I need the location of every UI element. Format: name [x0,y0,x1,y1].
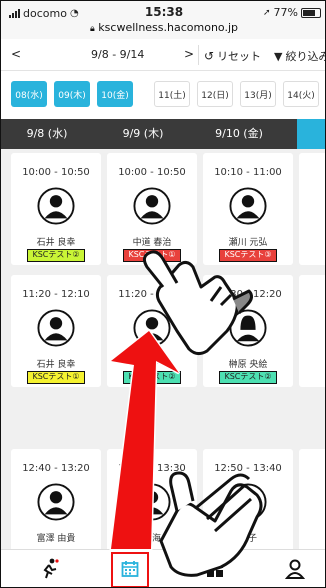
date-header: 9/8 (水) [26,127,68,140]
avatar-icon [133,309,171,347]
grid-icon[interactable] [206,560,224,578]
day-chip-12[interactable]: 12(日) [197,81,233,107]
avatar-icon [37,309,75,347]
lesson-tag: KSCテスト① [123,249,181,262]
profile-icon[interactable] [285,558,305,580]
filter-icon: ▼ [274,49,283,63]
lesson-time: 10:00 - 10:50 [118,167,186,178]
battery-percent: 77% [273,6,298,19]
lesson-time: 11:30 - 12:20 [214,289,282,300]
lesson-tag: KSCテスト③ [219,249,277,262]
lesson-card-partial[interactable] [299,153,325,265]
date-header: 9/10 (金) [215,127,263,140]
instructor-name: 石井 良幸 [36,360,76,370]
address-bar[interactable]: 🔒︎ kscwellness.hacomono.jp [1,21,325,34]
avatar-icon [133,187,171,225]
lesson-time: 12:40 - 13:20 [22,463,90,474]
calendar-icon[interactable] [121,560,139,578]
date-navigator: < 9/8 - 9/14 > ↺ リセット ▼ 絞り込み [1,39,326,71]
date-header: 9/9 (木) [122,127,164,140]
reset-button[interactable]: ↺ リセット [204,48,261,64]
lesson-time: 10:00 - 10:50 [22,167,90,178]
lesson-tag: KSCテスト② [123,371,181,384]
lesson-card[interactable]: 10:10 - 11:00 瀬川 元弘 KSCテスト③ [203,153,293,265]
lesson-tag: KSCテスト② [219,371,277,384]
prev-week-button[interactable]: < [11,47,21,61]
location-icon: ➚ [263,7,271,18]
lesson-card-partial[interactable] [299,449,325,561]
lesson-card[interactable]: 11:20 - 12:10 石井 良幸 KSCテスト① [11,275,101,387]
day-chip-14[interactable]: 14(火) [283,81,319,107]
divider [198,45,199,65]
lesson-card[interactable]: 11:20 - 12:10 KA KSCテスト② [107,275,197,387]
instructor-name: 富澤 由貴 [36,534,76,544]
lesson-card[interactable]: 12:40 - 13:20 富澤 由貴 [11,449,101,561]
battery-indicator: ➚ 77% [263,6,321,19]
instructor-name: 榊原 央絵 [228,360,268,370]
avatar-icon [37,483,75,521]
avatar-icon [37,187,75,225]
instructor-name: 夏海 [142,534,161,544]
reset-icon: ↺ [204,49,215,63]
schedule-grid: 10:00 - 10:50 石井 良幸 KSCテスト② 10:00 - 10:5… [1,149,325,561]
instructor-name: 石井 良幸 [36,238,76,248]
lesson-card[interactable]: 10:00 - 10:50 石井 良幸 KSCテスト② [11,153,101,265]
avatar-icon [229,483,267,521]
run-icon[interactable] [39,558,59,580]
lesson-card[interactable]: 12:40 - 13:30 夏海 [107,449,197,561]
day-chip-11[interactable]: 11(土) [154,81,190,107]
avatar-icon [229,187,267,225]
next-week-button[interactable]: > [184,47,194,61]
bottom-navigation [1,549,325,587]
url-text: kscwellness.hacomono.jp [98,21,238,34]
reset-label: リセット [217,50,262,63]
lesson-tag: KSCテスト① [27,371,85,384]
instructor-name: 中道 春治 [132,238,172,248]
lesson-card-partial[interactable] [299,275,325,387]
filter-label: 絞り込み [285,50,326,63]
avatar-female-icon [229,309,267,347]
instructor-name: 智子 [238,534,257,544]
avatar-icon [133,483,171,521]
lesson-time: 12:50 - 13:40 [214,463,282,474]
lesson-time: 12:40 - 13:30 [118,463,186,474]
lock-icon: 🔒︎ [90,24,95,34]
day-chip-10[interactable]: 10(金) [97,81,133,107]
instructor-name: KA [146,357,158,367]
status-bar: docomo ◔ 15:38 ➚ 77% 🔒︎ kscwellness.haco… [1,1,325,39]
day-selector: 08(水) 09(木) 10(金) 11(土) 12(日) 13(月) 14(火… [1,81,325,111]
lesson-card[interactable]: 11:30 - 12:20 榊原 央絵 KSCテスト② [203,275,293,387]
day-chip-09[interactable]: 09(木) [54,81,90,107]
lesson-card[interactable]: 10:00 - 10:50 中道 春治 KSCテスト① [107,153,197,265]
lesson-time: 11:20 - 12:10 [22,289,90,300]
instructor-name: 瀬川 元弘 [228,238,268,248]
phone-screen: docomo ◔ 15:38 ➚ 77% 🔒︎ kscwellness.haco… [0,0,326,588]
day-chip-13[interactable]: 13(月) [240,81,276,107]
date-range: 9/8 - 9/14 [91,48,145,61]
lesson-time: 10:10 - 11:00 [214,167,282,178]
lesson-card[interactable]: 12:50 - 13:40 智子 [203,449,293,561]
date-header-next [297,119,325,149]
day-chip-08[interactable]: 08(水) [11,81,47,107]
filter-button[interactable]: ▼ 絞り込み [274,48,326,64]
lesson-time: 11:20 - 12:10 [118,289,186,300]
lesson-tag: KSCテスト② [27,249,85,262]
date-header-row: 9/8 (水) 9/9 (木) 9/10 (金) [1,119,325,149]
battery-icon [301,7,321,18]
